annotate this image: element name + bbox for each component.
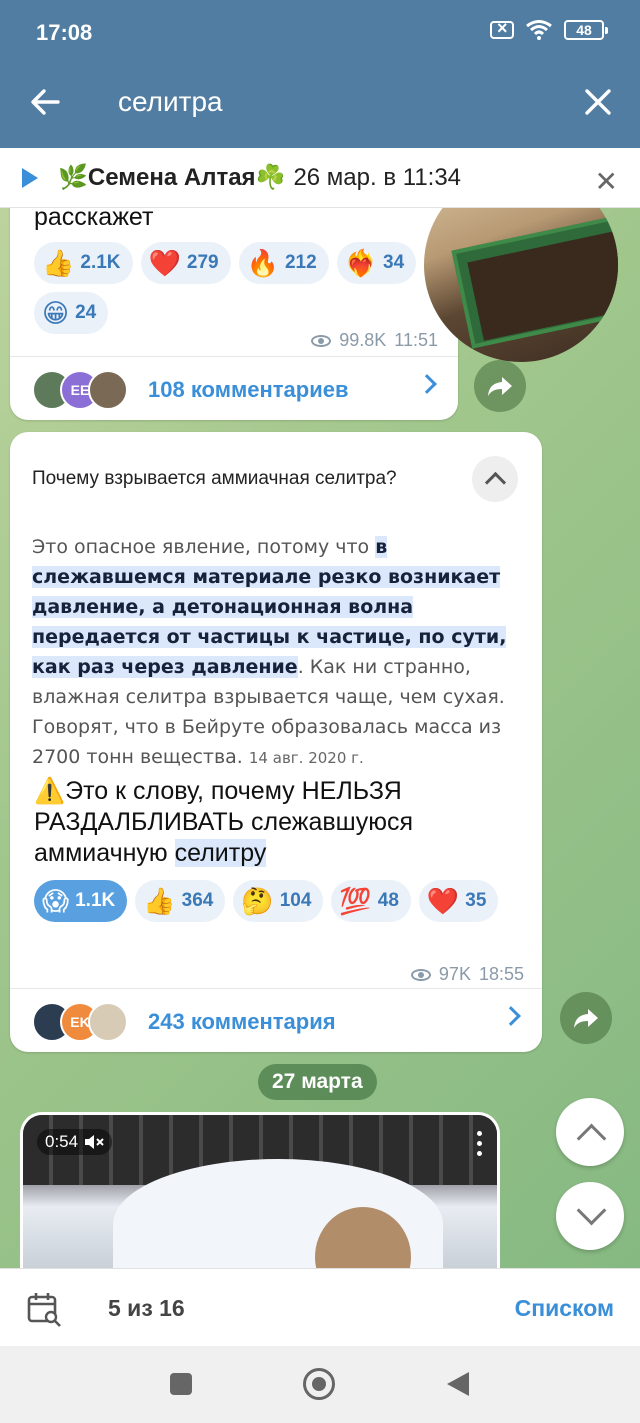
- message-text: ⚠️Это к слову, почему НЕЛЬЗЯ РАЗДАЛБЛИВА…: [34, 777, 413, 867]
- date-separator: 27 марта: [258, 1064, 377, 1100]
- reaction-heart[interactable]: ❤️ 279: [140, 242, 231, 284]
- reaction-grin[interactable]: 😁 24: [34, 292, 109, 334]
- play-icon[interactable]: [22, 167, 38, 188]
- home-button[interactable]: [303, 1368, 335, 1400]
- close-pinned-icon[interactable]: ✕: [595, 165, 618, 198]
- pinned-date: 26 мар. в 11:34: [293, 163, 462, 191]
- app-bar: 17:08 48 селитра: [0, 0, 640, 148]
- status-time: 17:08: [36, 20, 93, 45]
- pinned-channel-name: 🌿Семена Алтая☘️: [58, 164, 286, 191]
- message-time: 18:55: [478, 964, 524, 984]
- reaction-thumbs-up[interactable]: 👍 2.1K: [34, 242, 133, 284]
- comments-button[interactable]: EK 243 комментария: [10, 988, 542, 1054]
- search-results-bar: 5 из 16 Списком: [0, 1268, 640, 1346]
- scroll-up-button[interactable]: [556, 1098, 624, 1166]
- comments-count: 108 комментариев: [148, 376, 349, 402]
- views-icon: [410, 968, 431, 981]
- reaction-heart-on-fire[interactable]: ❤️‍🔥 34: [336, 242, 417, 284]
- recents-button[interactable]: [170, 1373, 192, 1395]
- reaction-heart[interactable]: ❤️ 35: [418, 880, 499, 922]
- comments-button[interactable]: EE 108 комментариев: [10, 356, 458, 422]
- comments-count: 243 комментария: [148, 1008, 336, 1034]
- more-options-icon[interactable]: [477, 1131, 483, 1157]
- result-counter: 5 из 16: [108, 1295, 185, 1321]
- clear-search-icon[interactable]: [580, 84, 616, 120]
- commenter-avatars: EK: [32, 1001, 128, 1042]
- views-icon: [311, 334, 332, 347]
- calendar-search-icon[interactable]: [26, 1291, 62, 1327]
- avatar: [88, 369, 128, 410]
- search-match: селитру: [174, 839, 267, 867]
- chevron-right-icon: [417, 374, 437, 394]
- muted-speaker-icon[interactable]: [84, 1134, 104, 1150]
- reaction-thumbs-up[interactable]: 👍 364: [135, 880, 226, 922]
- reaction-scream[interactable]: 😱 1.1K: [34, 880, 128, 922]
- message-bubble-1[interactable]: расскажет 👍 2.1K ❤️ 279 🔥 212 ❤️‍🔥 34 😁 24 99…: [10, 208, 458, 420]
- back-arrow-icon[interactable]: [28, 84, 64, 120]
- list-view-button[interactable]: Списком: [515, 1295, 614, 1322]
- chat-area[interactable]: расскажет 👍 2.1K ❤️ 279 🔥 212 ❤️‍🔥 34 😁 24 99…: [0, 208, 640, 1268]
- message-text-tail: расскажет: [34, 208, 154, 231]
- video-duration: 0:54: [37, 1129, 113, 1155]
- message-time: 11:51: [394, 330, 438, 350]
- battery-indicator: 48: [564, 20, 608, 40]
- reactions-row: 😱 1.1K 👍 364 🤔 104 💯 48 ❤️ 35: [34, 880, 514, 922]
- status-icons: 48: [490, 18, 608, 40]
- share-icon: [574, 1009, 598, 1028]
- collapse-button[interactable]: [472, 456, 518, 502]
- pinned-message-bar[interactable]: 🌿Семена Алтая☘️ 26 мар. в 11:34 ✕: [0, 148, 640, 208]
- snippet-answer: Это опасное явление, потому что в слежав…: [32, 536, 507, 768]
- share-button[interactable]: [474, 360, 526, 412]
- back-button[interactable]: [447, 1372, 469, 1396]
- message-bubble-2[interactable]: Почему взрывается аммиачная селитра? Это…: [10, 432, 542, 1052]
- message-meta: 97K 18:55: [410, 964, 524, 985]
- reaction-hundred[interactable]: 💯 48: [331, 880, 411, 922]
- wifi-icon: [526, 20, 552, 40]
- message-meta: 99.8K 11:51: [311, 330, 438, 351]
- video-message[interactable]: 0:54: [20, 1112, 500, 1268]
- reaction-fire[interactable]: 🔥 212: [238, 242, 329, 284]
- chevron-right-icon: [501, 1006, 521, 1026]
- views-count: 99.8K: [339, 330, 387, 350]
- reactions-row: 👍 2.1K ❤️ 279 🔥 212 ❤️‍🔥 34 😁 24: [34, 242, 464, 334]
- system-nav-bar: [0, 1346, 640, 1423]
- no-sim-icon: [490, 18, 514, 39]
- commenter-avatars: EE: [32, 369, 128, 410]
- views-count: 97K: [438, 964, 471, 984]
- snippet-question: Почему взрывается аммиачная селитра?: [32, 468, 397, 489]
- share-button[interactable]: [560, 992, 612, 1044]
- reaction-thinking[interactable]: 🤔 104: [233, 880, 324, 922]
- search-input[interactable]: селитра: [118, 86, 223, 118]
- share-icon: [488, 377, 512, 396]
- scroll-down-button[interactable]: [556, 1182, 624, 1250]
- avatar: [88, 1001, 128, 1042]
- snippet-date: 14 авг. 2020 г.: [248, 749, 364, 767]
